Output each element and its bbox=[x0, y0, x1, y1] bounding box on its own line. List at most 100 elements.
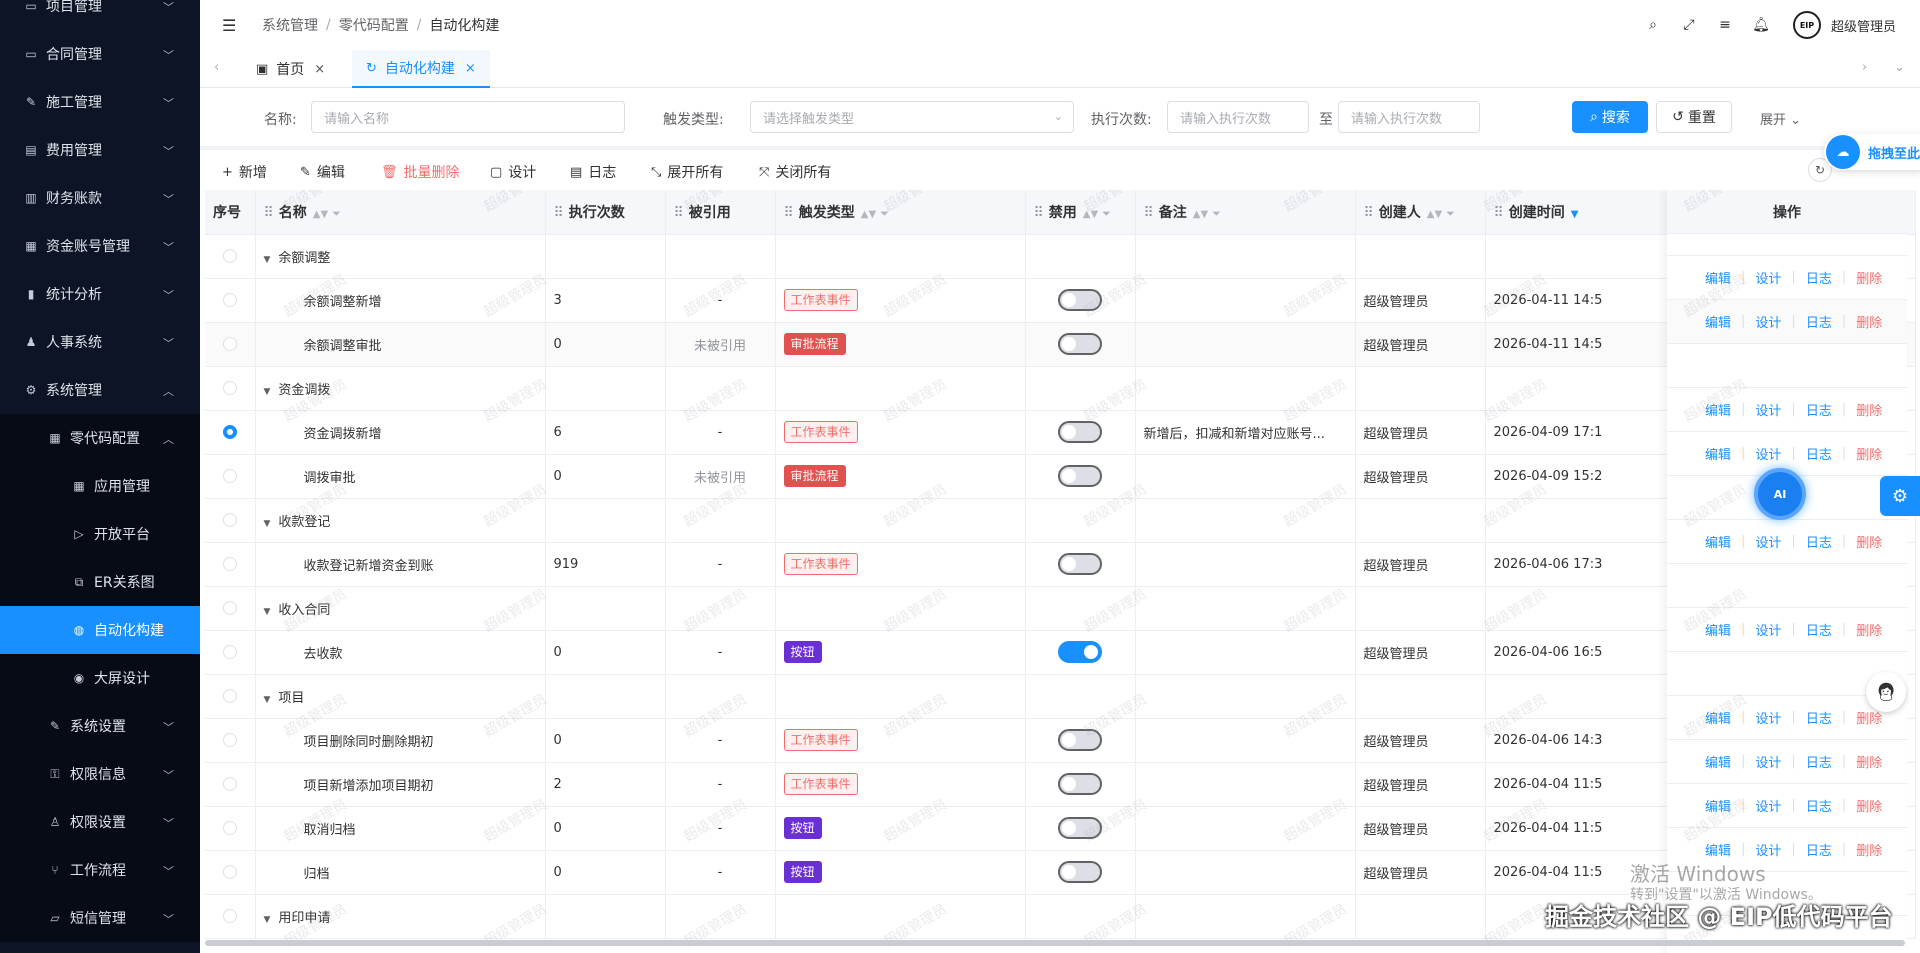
row-select-cell[interactable] bbox=[205, 630, 256, 675]
sort-icon[interactable]: ▲▼ bbox=[861, 209, 876, 220]
ai-assistant-button[interactable]: AI bbox=[1754, 468, 1806, 520]
col-header-note[interactable]: ⠿ 备注 ▲▼ ⏷ bbox=[1135, 190, 1356, 235]
row-radio[interactable] bbox=[222, 689, 237, 703]
row-radio[interactable] bbox=[222, 909, 237, 923]
sidebar-item[interactable]: ⑂ 工作流程 ﹀ bbox=[0, 846, 200, 894]
trigger-type-select[interactable]: 请选择触发类型 ⌄ bbox=[750, 101, 1074, 133]
table-row[interactable]: 余额调整审批 0 未被引用 审批流程 超级管理员 2026-04-11 14:5 bbox=[205, 322, 1916, 367]
design-link[interactable]: 设计 bbox=[1755, 268, 1781, 287]
table-row[interactable]: 去收款 0 - 按钮 超级管理员 2026-04-06 16:5 bbox=[205, 630, 1916, 675]
row-select-cell[interactable] bbox=[205, 498, 256, 543]
tab-home[interactable]: ▣ 首页 × bbox=[242, 50, 339, 88]
design-link[interactable]: 设计 bbox=[1755, 444, 1781, 463]
sidebar-item[interactable]: ▦ 应用管理 bbox=[0, 462, 200, 510]
design-link[interactable]: 设计 bbox=[1755, 400, 1781, 419]
row-select-cell[interactable] bbox=[205, 542, 256, 587]
horizontal-scrollbar[interactable] bbox=[205, 940, 1905, 946]
name-input[interactable]: 请输入名称 bbox=[311, 101, 625, 133]
drag-handle-icon[interactable]: ⠿ bbox=[1034, 205, 1044, 221]
sidebar-item[interactable]: ▥ 财务账款 ﹀ bbox=[0, 174, 200, 222]
log-link[interactable]: 日志 bbox=[1806, 796, 1832, 815]
row-radio[interactable] bbox=[222, 381, 237, 395]
exec-count-from-input[interactable]: 请输入执行次数 bbox=[1167, 101, 1309, 133]
caret-down-icon[interactable]: ▼ bbox=[264, 607, 271, 617]
delete-link[interactable]: 删除 bbox=[1856, 620, 1882, 639]
collapse-all-button[interactable]: ⤧ 关闭所有 bbox=[759, 162, 831, 182]
log-link[interactable]: 日志 bbox=[1806, 444, 1832, 463]
user-name[interactable]: 超级管理员 bbox=[1831, 16, 1896, 35]
sidebar-item[interactable]: ◉ 大屏设计 bbox=[0, 654, 200, 702]
design-button[interactable]: ▢ 设计 bbox=[490, 162, 536, 182]
log-link[interactable]: 日志 bbox=[1806, 708, 1832, 727]
table-row[interactable]: 余额调整新增 3 - 工作表事件 超级管理员 2026-04-11 14:5 bbox=[205, 278, 1916, 323]
col-header-disabled[interactable]: ⠿ 禁用 ▲▼ ⏷ bbox=[1025, 190, 1136, 235]
col-header-trigger[interactable]: ⠿ 触发类型 ▲▼ ⏷ bbox=[775, 190, 1026, 235]
sidebar-item[interactable]: ✎ 系统设置 ﹀ bbox=[0, 702, 200, 750]
row-radio[interactable] bbox=[222, 337, 237, 351]
delete-link[interactable]: 删除 bbox=[1856, 532, 1882, 551]
avatar[interactable]: EIP bbox=[1792, 11, 1821, 39]
col-header-ref[interactable]: ⠿ 被引用 bbox=[665, 190, 776, 235]
edit-link[interactable]: 编辑 bbox=[1705, 620, 1731, 639]
settings-gear-icon[interactable]: ⚙ bbox=[1880, 476, 1920, 516]
batch-delete-button[interactable]: 🗑︎ 批量删除 bbox=[381, 162, 460, 182]
sidebar-item[interactable]: ▭ 项目管理 ﹀ bbox=[0, 0, 200, 30]
disable-toggle[interactable] bbox=[1058, 817, 1102, 839]
edit-link[interactable]: 编辑 bbox=[1705, 444, 1731, 463]
edit-link[interactable]: 编辑 bbox=[1705, 268, 1731, 287]
log-link[interactable]: 日志 bbox=[1806, 620, 1832, 639]
caret-down-icon[interactable]: ▼ bbox=[264, 519, 271, 529]
expand-all-button[interactable]: ⤡ 展开所有 bbox=[651, 162, 723, 182]
drag-handle-icon[interactable]: ⠿ bbox=[264, 205, 274, 221]
tab-automation[interactable]: ↻ 自动化构建 × bbox=[352, 50, 490, 88]
disable-toggle[interactable] bbox=[1058, 861, 1102, 883]
table-row[interactable]: 取消归档 0 - 按钮 超级管理员 2026-04-04 11:5 bbox=[205, 806, 1916, 851]
sidebar-item[interactable]: ⚙ 系统管理 ︿ bbox=[0, 366, 200, 414]
bell-icon[interactable]: 🔔︎ bbox=[1751, 15, 1771, 35]
row-select-cell[interactable] bbox=[205, 366, 256, 411]
support-avatar-icon[interactable]: 👩︎ bbox=[1866, 672, 1906, 712]
edit-link[interactable]: 编辑 bbox=[1705, 752, 1731, 771]
sidebar-item[interactable]: ♙ 权限设置 ﹀ bbox=[0, 798, 200, 846]
sidebar-item[interactable]: ▤ 费用管理 ﹀ bbox=[0, 126, 200, 174]
row-radio[interactable] bbox=[222, 865, 237, 879]
sidebar-item[interactable]: ▦ 零代码配置 ︿ bbox=[0, 414, 200, 462]
sidebar-item[interactable]: ✎ 施工管理 ﹀ bbox=[0, 78, 200, 126]
disable-toggle[interactable] bbox=[1058, 729, 1102, 751]
delete-link[interactable]: 删除 bbox=[1856, 444, 1882, 463]
caret-down-icon[interactable]: ▼ bbox=[264, 695, 271, 705]
row-radio[interactable] bbox=[222, 249, 237, 263]
filter-icon[interactable]: ⏷ bbox=[880, 207, 889, 220]
log-link[interactable]: 日志 bbox=[1806, 532, 1832, 551]
disable-toggle[interactable] bbox=[1058, 333, 1102, 355]
design-link[interactable]: 设计 bbox=[1755, 752, 1781, 771]
design-link[interactable]: 设计 bbox=[1755, 312, 1781, 331]
close-icon[interactable]: × bbox=[314, 62, 325, 77]
drag-handle-icon[interactable]: ⠿ bbox=[784, 205, 794, 221]
disable-toggle[interactable] bbox=[1058, 465, 1102, 487]
row-radio[interactable] bbox=[222, 469, 237, 483]
filter-icon[interactable]: ⏷ bbox=[1446, 207, 1455, 220]
exec-count-to-input[interactable]: 请输入执行次数 bbox=[1338, 101, 1480, 133]
row-select-cell[interactable] bbox=[205, 586, 256, 631]
disable-toggle[interactable] bbox=[1058, 641, 1102, 663]
sidebar-item[interactable]: ▷ 开放平台 bbox=[0, 510, 200, 558]
row-select-cell[interactable] bbox=[205, 454, 256, 499]
design-link[interactable]: 设计 bbox=[1755, 840, 1781, 859]
log-button[interactable]: ▤ 日志 bbox=[570, 162, 616, 182]
log-link[interactable]: 日志 bbox=[1806, 752, 1832, 771]
tabs-prev-icon[interactable]: ‹ bbox=[214, 60, 219, 75]
group-row[interactable]: ▼ 收款登记 bbox=[205, 498, 1916, 543]
sort-icon[interactable]: ▲▼ bbox=[1427, 209, 1442, 220]
caret-down-icon[interactable]: ▼ bbox=[264, 255, 271, 265]
sidebar-item[interactable]: ⧉ ER关系图 bbox=[0, 558, 200, 606]
delete-link[interactable]: 删除 bbox=[1856, 840, 1882, 859]
filter-icon[interactable]: ⏷ bbox=[1212, 207, 1221, 220]
reset-button[interactable]: ↺ 重置 bbox=[1656, 101, 1732, 133]
close-icon[interactable]: × bbox=[465, 61, 476, 76]
row-select-cell[interactable] bbox=[205, 322, 256, 367]
disable-toggle[interactable] bbox=[1058, 773, 1102, 795]
design-link[interactable]: 设计 bbox=[1755, 620, 1781, 639]
add-button[interactable]: + 新增 bbox=[222, 162, 267, 182]
breadcrumb-item[interactable]: 系统管理 bbox=[262, 15, 318, 35]
